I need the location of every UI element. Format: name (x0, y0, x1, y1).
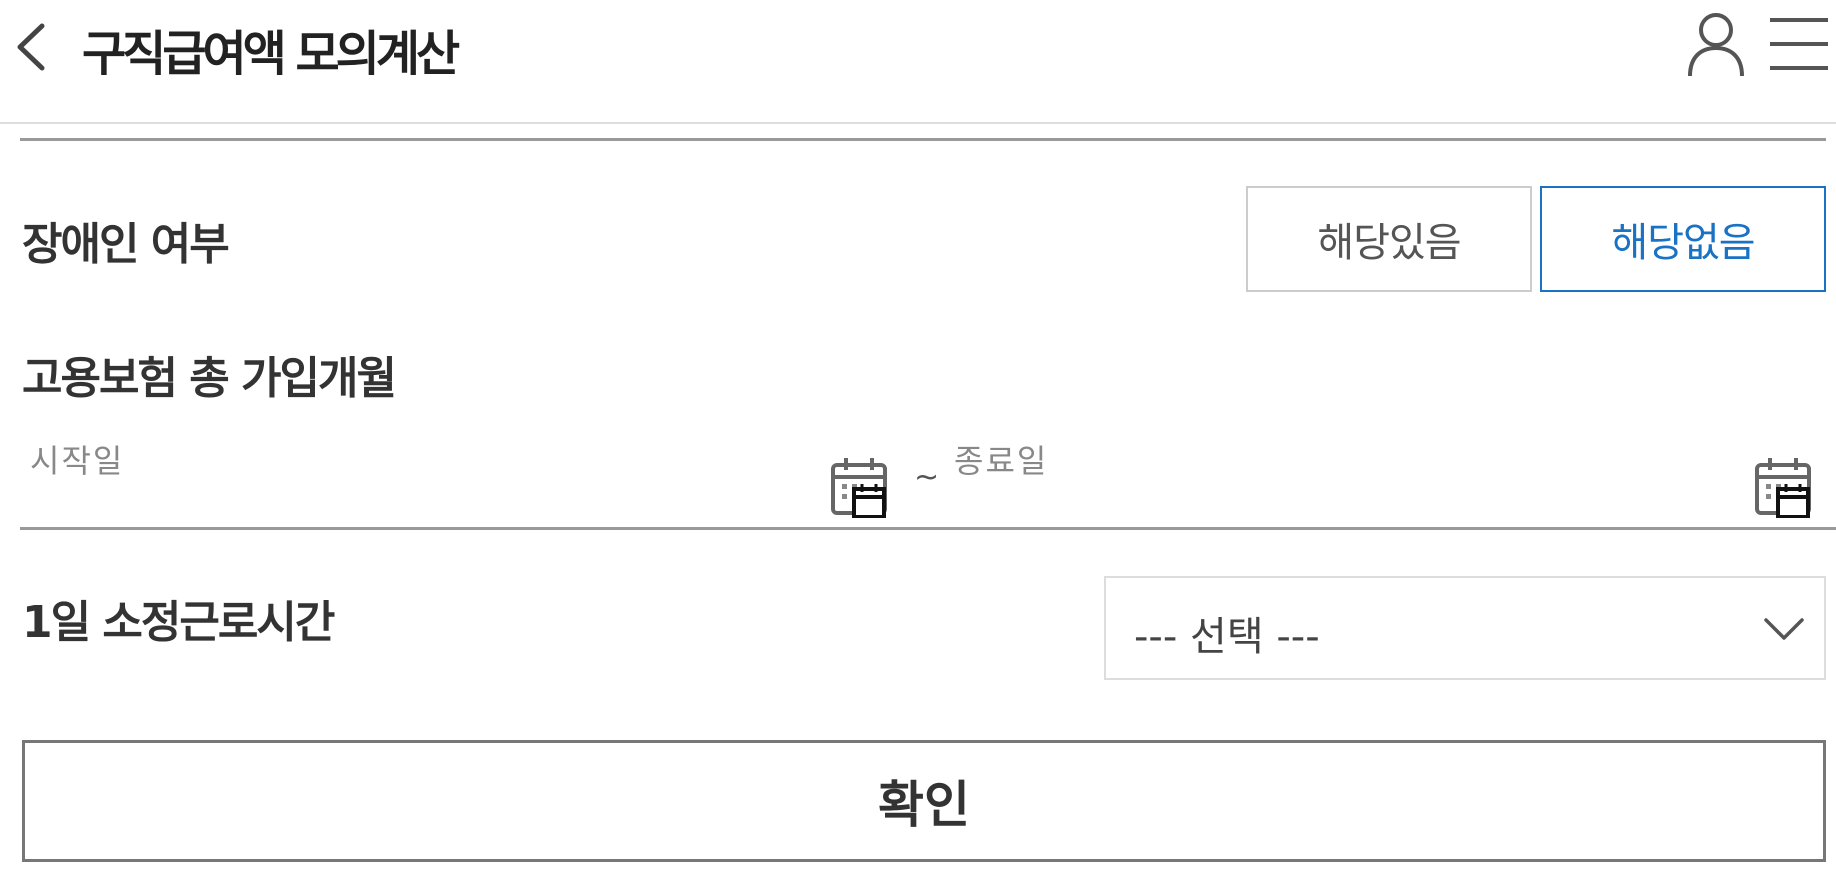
end-date-placeholder: 종료일 (954, 442, 1049, 480)
end-date-input[interactable] (950, 424, 1820, 528)
insurance-period-label: 고용보험 총 가입개월 (22, 353, 397, 404)
start-date-input[interactable] (20, 424, 900, 528)
start-date-calendar-icon[interactable] (830, 456, 888, 518)
section-divider (20, 138, 1826, 141)
back-icon[interactable] (8, 22, 52, 72)
disability-yes-button[interactable]: 해당있음 (1246, 186, 1532, 292)
start-date-placeholder: 시작일 (30, 442, 125, 480)
daily-hours-select[interactable]: --- 선택 --- (1104, 576, 1826, 680)
end-date-calendar-icon[interactable] (1754, 456, 1812, 518)
daily-hours-label: 1일 소정근로시간 (22, 597, 335, 648)
chevron-down-icon (1764, 618, 1804, 640)
disability-label: 장애인 여부 (22, 219, 230, 270)
daily-hours-selected-value: --- 선택 --- (1134, 614, 1320, 660)
confirm-button[interactable]: 확인 (22, 740, 1826, 862)
app-header: 구직급여액 모의계산 (0, 0, 1836, 124)
date-field-underline (20, 527, 1836, 530)
disability-no-button[interactable]: 해당없음 (1540, 186, 1826, 292)
page-title: 구직급여액 모의계산 (82, 26, 460, 82)
date-range-separator: ~ (914, 460, 940, 495)
user-icon[interactable] (1686, 10, 1746, 78)
hamburger-menu-icon[interactable] (1768, 14, 1830, 74)
